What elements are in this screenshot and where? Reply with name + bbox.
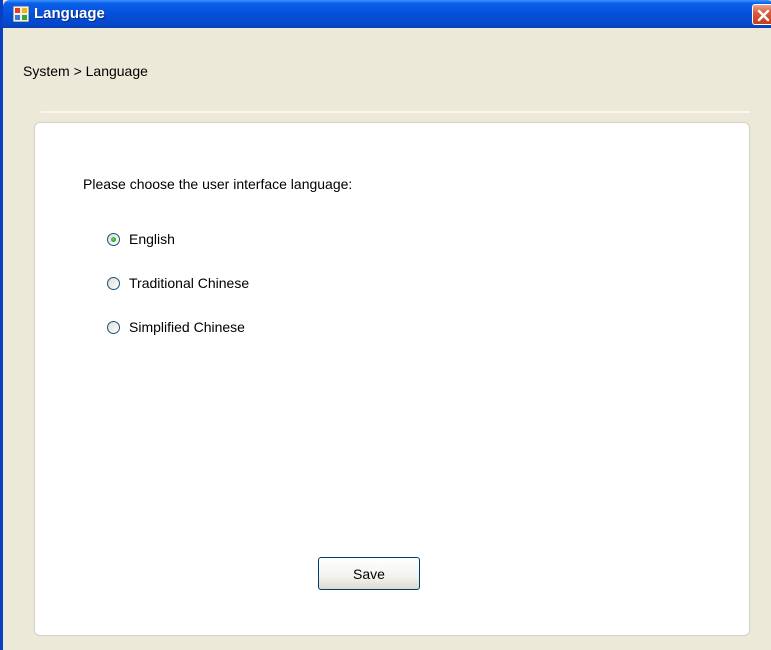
radio-button-english[interactable]: [107, 232, 120, 246]
app-window-icon: [12, 5, 30, 23]
radio-button-traditional-chinese[interactable]: [107, 276, 120, 290]
close-button[interactable]: [752, 4, 771, 25]
breadcrumb: System > Language: [23, 63, 148, 79]
language-prompt: Please choose the user interface languag…: [83, 176, 353, 192]
radio-option-traditional-chinese[interactable]: Traditional Chinese: [107, 274, 249, 292]
language-window: Language System > Language Please choose…: [0, 0, 771, 650]
radio-label-simplified-chinese[interactable]: Simplified Chinese: [129, 319, 245, 335]
radio-label-traditional-chinese[interactable]: Traditional Chinese: [129, 275, 249, 291]
radio-button-simplified-chinese[interactable]: [107, 320, 120, 334]
window-title: Language: [34, 5, 105, 22]
radio-option-simplified-chinese[interactable]: Simplified Chinese: [107, 318, 245, 336]
radio-option-english[interactable]: English: [107, 230, 175, 248]
save-button[interactable]: Save: [318, 557, 420, 590]
radio-label-english[interactable]: English: [129, 231, 175, 247]
panel-top-border: [41, 111, 750, 113]
title-bar[interactable]: Language: [3, 0, 771, 28]
